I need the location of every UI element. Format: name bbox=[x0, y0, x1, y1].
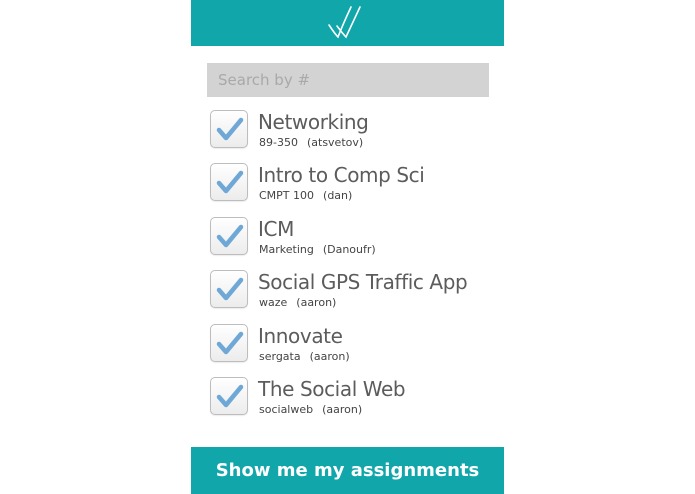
course-code: Marketing bbox=[259, 242, 314, 256]
app-screen: Networking 89-350 (atsvetov) Intro to Com… bbox=[191, 0, 504, 494]
course-title: The Social Web bbox=[258, 376, 406, 401]
double-checkmark-logo-icon bbox=[327, 4, 369, 42]
show-assignments-button[interactable]: Show me my assignments bbox=[191, 447, 504, 494]
course-subtitle: socialweb (aaron) bbox=[259, 403, 362, 417]
list-item: Innovate sergata (aaron) bbox=[210, 323, 504, 377]
course-owner: (Danoufr) bbox=[322, 242, 376, 256]
course-subtitle: waze (aaron) bbox=[259, 296, 336, 310]
checkmark-icon bbox=[216, 171, 244, 194]
list-item: Networking 89-350 (atsvetov) bbox=[210, 110, 504, 163]
checkmark-icon bbox=[216, 384, 244, 408]
course-checkbox[interactable] bbox=[210, 376, 248, 415]
course-title: ICM bbox=[258, 216, 294, 241]
course-owner: (aaron) bbox=[309, 349, 350, 363]
list-item: The Social Web socialweb (aaron) bbox=[210, 376, 504, 430]
course-checkbox[interactable] bbox=[210, 270, 248, 309]
list-item: ICM Marketing (Danoufr) bbox=[210, 216, 504, 270]
course-checkbox[interactable] bbox=[210, 323, 248, 362]
course-title: Intro to Comp Sci bbox=[258, 163, 425, 188]
course-owner: (dan) bbox=[323, 189, 353, 203]
course-code: 89-350 bbox=[259, 136, 298, 149]
course-subtitle: Marketing (Danoufr) bbox=[259, 243, 376, 257]
course-title: Innovate bbox=[258, 323, 343, 348]
course-code: waze bbox=[259, 296, 288, 310]
course-subtitle: sergata (aaron) bbox=[259, 350, 350, 364]
course-checkbox[interactable] bbox=[210, 110, 248, 148]
top-bar bbox=[191, 0, 504, 46]
course-owner: (aaron) bbox=[322, 402, 363, 416]
checkmark-icon bbox=[216, 277, 244, 301]
course-title: Social GPS Traffic App bbox=[258, 270, 468, 295]
course-owner: (atsvetov) bbox=[306, 136, 364, 149]
course-checkbox[interactable] bbox=[210, 163, 248, 202]
course-code: sergata bbox=[259, 349, 301, 363]
checkmark-icon bbox=[216, 224, 244, 248]
course-checkbox[interactable] bbox=[210, 216, 248, 255]
course-list: Networking 89-350 (atsvetov) Intro to Com… bbox=[210, 110, 504, 430]
checkmark-icon bbox=[216, 117, 244, 141]
course-code: socialweb bbox=[259, 402, 314, 416]
course-subtitle: CMPT 100 (dan) bbox=[259, 189, 352, 203]
list-item: Social GPS Traffic App waze (aaron) bbox=[210, 270, 504, 323]
course-code: CMPT 100 bbox=[259, 189, 315, 203]
list-item: Intro to Comp Sci CMPT 100 (dan) bbox=[210, 163, 504, 216]
checkmark-icon bbox=[216, 331, 244, 354]
course-owner: (aaron) bbox=[296, 296, 337, 310]
course-title: Networking bbox=[258, 110, 369, 134]
course-subtitle: 89-350 (atsvetov) bbox=[259, 136, 363, 150]
search-input[interactable] bbox=[207, 63, 489, 97]
